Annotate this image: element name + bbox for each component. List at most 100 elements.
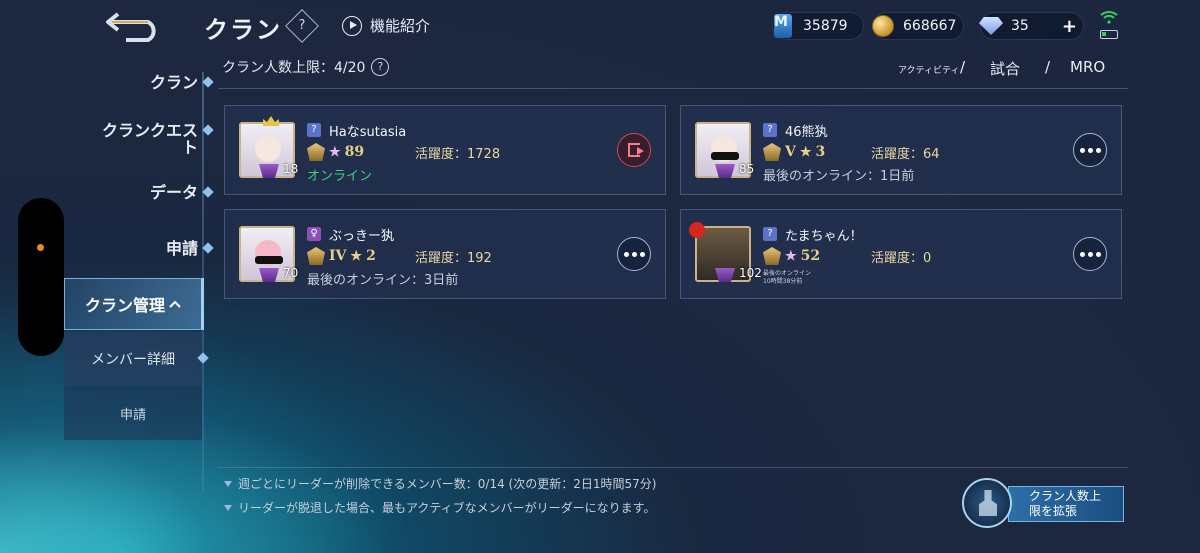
activity-score: 活躍度：0 [871, 251, 932, 266]
rank-emblem-icon [307, 247, 325, 265]
divider [218, 467, 1128, 468]
sunglasses-icon [711, 152, 739, 160]
more-dots-icon [623, 251, 629, 257]
more-dots-icon [1079, 251, 1085, 257]
divider [218, 88, 1128, 89]
level-badge: 18 [283, 162, 299, 176]
add-gems-button[interactable]: + [1062, 16, 1077, 37]
star-icon: ★ [350, 248, 363, 264]
rank: V ★ 3 [763, 143, 825, 161]
diamond-marker-icon [202, 124, 214, 136]
last-online-time: 10時間38分前 [763, 278, 803, 285]
feature-intro-label: 機能紹介 [370, 17, 431, 35]
star-icon: ★ [799, 144, 812, 160]
rank-emblem-icon [763, 247, 781, 265]
sunglasses-icon [255, 256, 283, 264]
activity-score: 活躍度：192 [415, 251, 492, 266]
member-name: Haなsutasia [329, 125, 407, 140]
diamond-marker-icon [202, 76, 214, 88]
help-mark: ? [298, 18, 306, 33]
note-text: リーダーが脱退した場合、最もアクティブなメンバーがリーダーになります。 [238, 501, 656, 515]
crown-icon [263, 116, 279, 126]
top-bar: クラン ? 機能紹介 M 35879 668667 35 + [0, 0, 1200, 52]
member-card[interactable]: 102 ? たまちゃん！ ★ 52 活躍度：0 最後のオンライン 10時間38分… [680, 209, 1122, 299]
rank-stars: 3 [815, 144, 826, 160]
m-points-counter[interactable]: M 35879 [772, 12, 864, 40]
expand-member-limit[interactable]: クラン人数上 限を拡張 [962, 478, 1124, 528]
activity-score: 活躍度：1728 [415, 147, 501, 162]
leave-clan-button[interactable] [617, 133, 651, 167]
play-circle-icon [342, 15, 362, 36]
rank-emblem-icon [307, 143, 325, 161]
gender-tag-icon: ♀ [307, 227, 321, 241]
sidebar-item-label: 申請 [165, 239, 198, 258]
member-name: たまちゃん！ [785, 229, 863, 244]
more-options-button[interactable] [1073, 237, 1107, 271]
diamond-icon [979, 17, 1003, 35]
chevron-up-icon [169, 300, 181, 308]
gem-value: 35 [1011, 18, 1029, 34]
sidebar-item-application[interactable]: 申請 [165, 239, 214, 258]
last-online-label: 最後のオンライン [763, 270, 812, 277]
m-points-value: 35879 [803, 18, 848, 34]
sort-match[interactable]: 試合 [990, 58, 1020, 79]
last-online-status: 最後のオンライン：3日前 [307, 273, 459, 288]
expand-label-line1: クラン人数上 [1029, 489, 1102, 503]
sort-separator: / [960, 58, 966, 76]
expand-member-limit-button[interactable]: クラン人数上 限を拡張 [1008, 486, 1124, 522]
gold-value: 668667 [903, 18, 957, 34]
subnav-application[interactable]: 申請 [64, 386, 202, 440]
exit-arrow-icon [637, 147, 644, 155]
sidebar-item-label: クラン管理 [84, 296, 165, 315]
role-tag-icon: ? [763, 227, 777, 241]
sort-separator: / [1045, 58, 1051, 76]
gold-counter[interactable]: 668667 [872, 12, 964, 40]
diamond-marker-icon [202, 186, 214, 198]
activity-score: 活躍度：64 [871, 147, 940, 162]
avatar-face [255, 136, 281, 162]
online-status: オンライン [307, 169, 373, 184]
more-options-button[interactable] [1073, 133, 1107, 167]
sidebar-item-data[interactable]: データ [150, 184, 214, 201]
rank-stars: 2 [366, 248, 376, 264]
rank: IV ★ 2 [307, 247, 376, 265]
sidebar-item-clan[interactable]: クラン [149, 73, 214, 92]
member-card[interactable]: 85 ? 46熊犱 V ★ 3 活躍度：64 最後のオンライン：1日前 [680, 105, 1122, 195]
rank-emblem-icon [763, 143, 781, 161]
triangle-bullet-icon [224, 480, 232, 487]
help-icon[interactable]: ? [285, 9, 319, 43]
rank-stars: 89 [344, 144, 365, 160]
member-silhouette-icon [962, 478, 1012, 528]
last-online-status: 最後のオンライン：1日前 [763, 169, 915, 184]
member-card[interactable]: 70 ♀ ぶっきー犱 IV ★ 2 活躍度：192 最後のオンライン：3日前 [224, 209, 666, 299]
gold-coin-icon [872, 15, 894, 37]
level-badge: 85 [739, 162, 755, 176]
help-icon[interactable]: ? [371, 58, 390, 76]
note-leader-succession: リーダーが脱退した場合、最もアクティブなメンバーがリーダーになります。 [224, 499, 655, 516]
member-limit-label: クラン人数上限：4/20 [222, 60, 366, 76]
sidebar-item-label: クラン [149, 73, 198, 92]
more-dots-icon [1079, 147, 1085, 153]
subnav-member-details[interactable]: メンバー詳細 [64, 332, 202, 386]
sidebar-item-clan-management[interactable]: クラン管理 [64, 278, 204, 330]
more-options-button[interactable] [617, 237, 651, 271]
battery-icon [1100, 30, 1118, 39]
note-text: 週ごとにリーダーが削除できるメンバー数：0/14 (次の更新：2日1時間57分) [238, 477, 657, 491]
emblem-icon [715, 268, 735, 282]
level-badge: 102 [739, 266, 762, 280]
diamond-marker-icon [202, 242, 214, 254]
sort-mro[interactable]: MRO [1070, 58, 1105, 76]
role-tag-icon: ? [763, 123, 777, 137]
back-arrow-icon[interactable] [104, 8, 164, 42]
member-name: ぶっきー犱 [329, 229, 395, 244]
feature-intro-button[interactable]: 機能紹介 [342, 15, 430, 36]
page-title: クラン [204, 16, 282, 44]
sort-activity[interactable]: アクティビティ [898, 63, 959, 76]
flag-icon [689, 222, 705, 238]
emblem-icon [259, 268, 279, 282]
sidebar-item-clan-quest[interactable]: クランクエスト [88, 122, 214, 156]
member-card[interactable]: 18 ? Haなsutasia ★ 89 活躍度：1728 オンライン [224, 105, 666, 195]
gem-counter[interactable]: 35 + [979, 12, 1084, 40]
rank-stars: 52 [800, 248, 821, 264]
last-online-status: 最後のオンライン 10時間38分前 [763, 270, 811, 286]
